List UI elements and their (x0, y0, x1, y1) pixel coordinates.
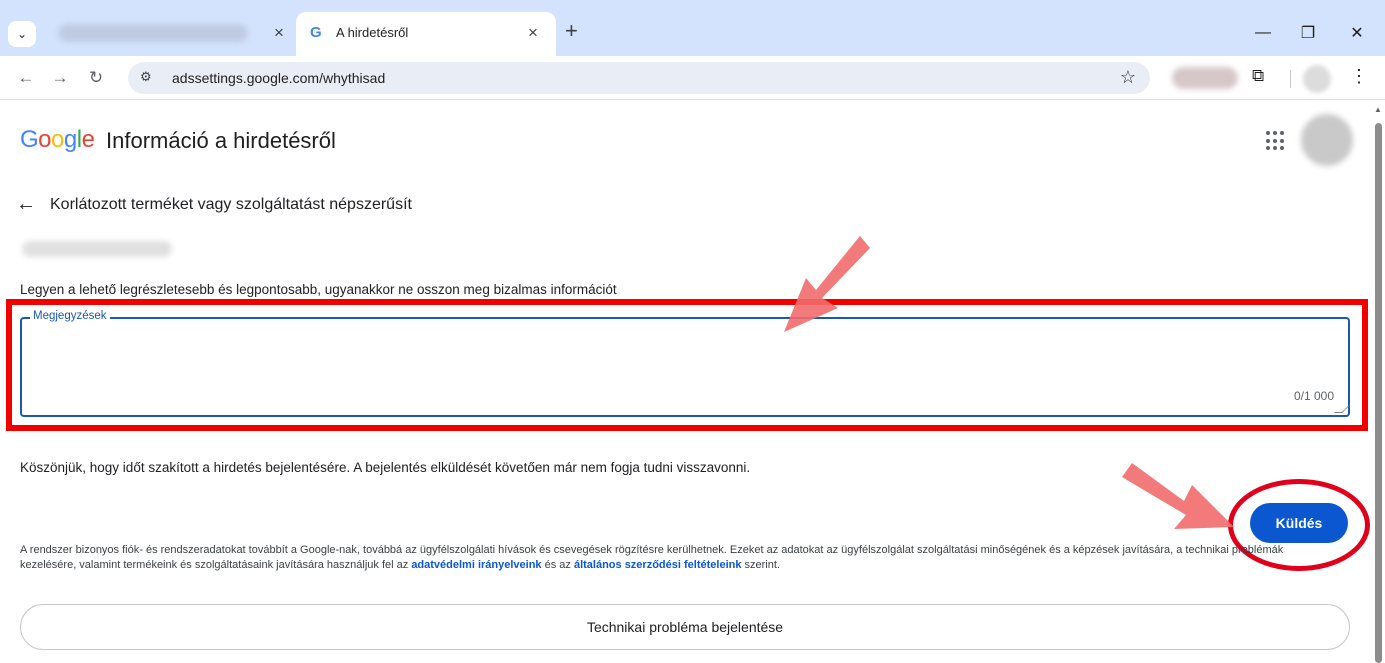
extensions-puzzle-icon[interactable]: ⧉ (1252, 66, 1264, 86)
tab-active[interactable]: G A hirdetésről × (296, 12, 556, 56)
google-logo[interactable]: Google (20, 126, 95, 154)
blurred-extension[interactable] (1172, 67, 1238, 89)
arrow-annotation-down (784, 236, 870, 332)
restore-icon[interactable]: ❐ (1293, 18, 1323, 48)
scroll-up-icon[interactable]: ▲ (1374, 105, 1382, 114)
tab-strip: ⌄ × G A hirdetésről × + — ❐ ✕ (0, 0, 1385, 56)
notes-textarea[interactable]: Megjegyzések 0/1 000 (20, 310, 1350, 417)
reload-icon[interactable]: ↻ (84, 66, 108, 90)
tab-title: A hirdetésről (336, 25, 409, 40)
address-bar[interactable]: ⚙ adssettings.google.com/whythisad ☆ (128, 62, 1150, 94)
thanks-text: Köszönjük, hogy időt szakított a hirdeté… (20, 460, 751, 475)
forward-icon[interactable]: → (48, 66, 72, 90)
privacy-policy-link[interactable]: adatvédelmi irányelveink (411, 559, 541, 571)
terms-link[interactable]: általános szerződési feltételeink (574, 559, 742, 571)
legal-text-part: szerint. (741, 559, 780, 571)
account-avatar[interactable] (1301, 114, 1353, 166)
report-tech-issue-button[interactable]: Technikai probléma bejelentése (20, 604, 1350, 650)
back-icon[interactable]: ← (14, 66, 38, 90)
tab-search-button[interactable]: ⌄ (8, 21, 36, 47)
blurred-text (22, 241, 172, 257)
google-apps-icon[interactable] (1266, 131, 1286, 151)
page-content: Google Információ a hirdetésről ← Korlát… (0, 101, 1385, 663)
blurred-tab-title (58, 24, 248, 42)
back-arrow-icon[interactable]: ← (16, 193, 36, 216)
arrow-annotation-right (1122, 463, 1234, 529)
instructions-text: Legyen a lehető legrészletesebb és legpo… (20, 282, 617, 297)
browser-toolbar: ← → ↻ ⚙ adssettings.google.com/whythisad… (0, 56, 1385, 100)
minimize-icon[interactable]: — (1248, 18, 1278, 48)
char-counter: 0/1 000 (1293, 389, 1334, 403)
more-menu-icon[interactable]: ⋮ (1350, 66, 1368, 87)
notes-label: Megjegyzések (30, 310, 110, 322)
tab-inactive[interactable]: × (44, 18, 294, 50)
site-info-icon[interactable]: ⚙ (140, 69, 152, 85)
window-close-icon[interactable]: ✕ (1342, 18, 1372, 48)
bookmark-star-icon[interactable]: ☆ (1120, 67, 1136, 88)
close-icon[interactable]: × (270, 23, 288, 42)
scrollbar[interactable]: ▲ (1371, 101, 1385, 663)
section-title: Korlátozott terméket vagy szolgáltatást … (50, 196, 412, 213)
legal-text-part: és az (541, 559, 574, 571)
resize-handle[interactable] (1334, 405, 1350, 413)
google-favicon-icon: G (310, 24, 322, 41)
close-icon[interactable]: × (524, 23, 542, 42)
url-text: adssettings.google.com/whythisad (172, 70, 386, 86)
profile-avatar[interactable] (1303, 65, 1331, 93)
chevron-down-icon: ⌄ (16, 27, 28, 41)
scrollbar-thumb[interactable] (1375, 123, 1382, 663)
toolbar-divider (1290, 70, 1291, 88)
page-title: Információ a hirdetésről (106, 128, 336, 153)
new-tab-button[interactable]: + (565, 20, 578, 42)
legal-text: A rendszer bizonyos fiók- és rendszerada… (20, 543, 1320, 573)
